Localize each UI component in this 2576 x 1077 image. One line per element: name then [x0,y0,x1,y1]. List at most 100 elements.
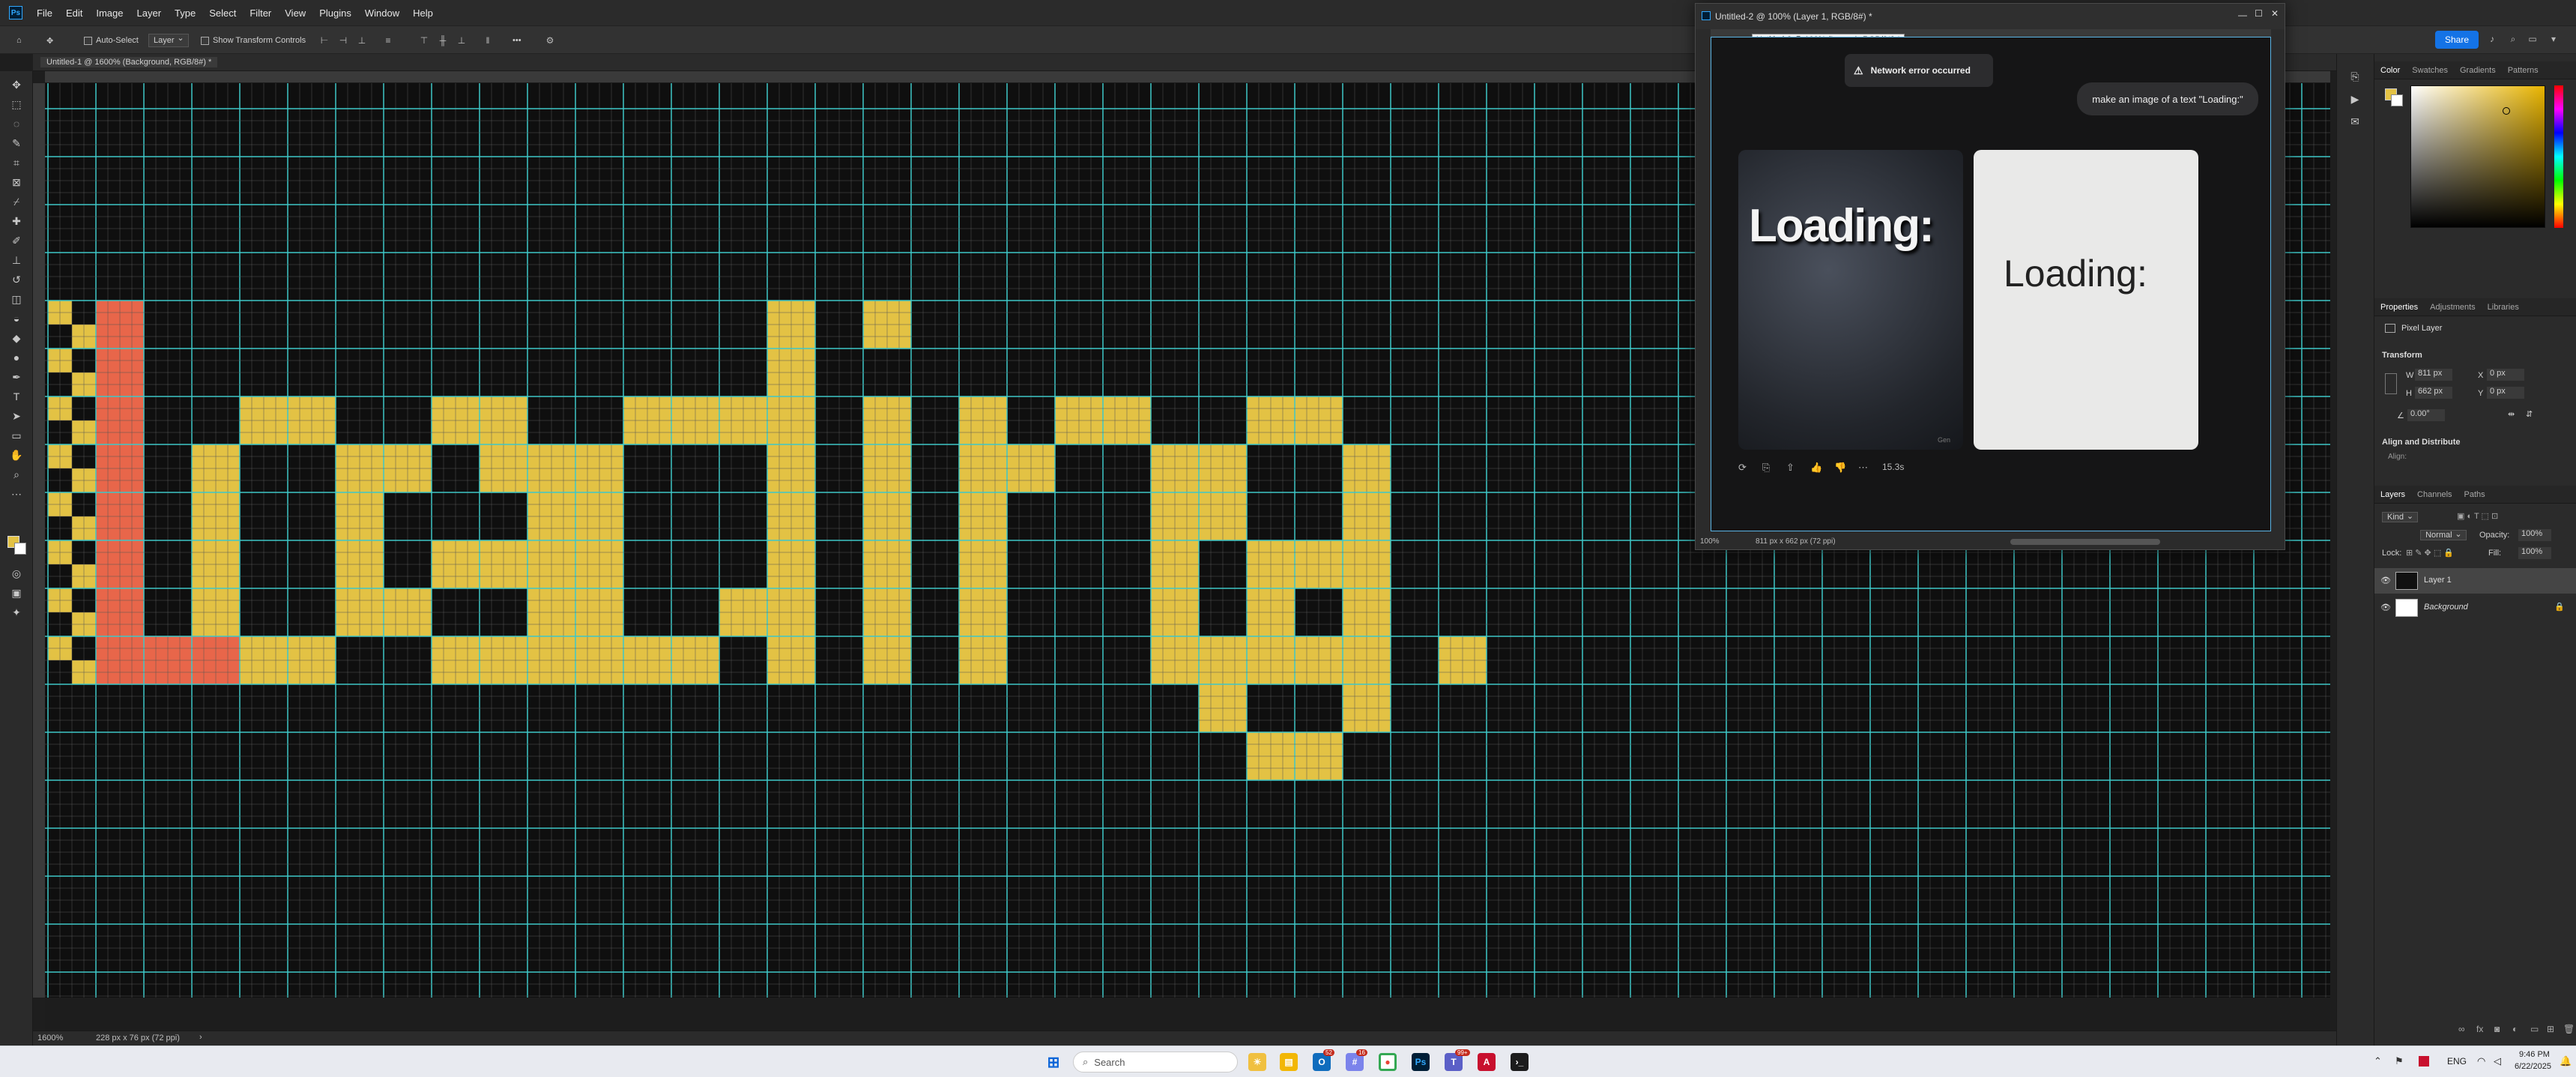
more-icon[interactable]: ⋯ [1858,462,1868,474]
menu-file[interactable]: File [30,7,59,19]
quick-mask-icon[interactable]: ◎ [9,566,24,581]
comments-panel-icon[interactable]: ✉ [2347,114,2362,129]
hue-slider[interactable] [2554,85,2563,228]
brush-tool-icon[interactable]: ✐ [9,233,24,248]
floating-document-window[interactable]: Untitled-2 @ 100% (Layer 1, RGB/8#) * — … [1695,3,2285,550]
angle-field[interactable]: 0.00° [2407,409,2445,421]
layer-name[interactable]: Background [2424,603,2468,612]
share-button[interactable]: Share [2435,31,2479,49]
distribute-vertical-icon[interactable]: ‖ [482,35,494,46]
move-tool-icon[interactable]: ✥ [9,77,24,92]
clock-time[interactable]: 9:46 PM [2519,1050,2550,1059]
language-indicator[interactable]: ENG [2447,1056,2467,1067]
fx-icon[interactable]: fx [2476,1024,2483,1034]
layer-row-layer-1[interactable]: 👁 Layer 1 [2374,568,2576,594]
acrobat-icon[interactable]: A [1478,1053,1496,1071]
link-dimensions-icon[interactable] [2385,373,2397,394]
align-right-icon[interactable]: ⊥ [356,35,368,46]
tab-patterns[interactable]: Patterns [2502,66,2545,75]
widgets-icon[interactable]: ☀ [1248,1053,1266,1071]
document-tab[interactable]: Untitled-1 @ 1600% (Background, RGB/8#) … [40,57,218,67]
thumbs-down-icon[interactable]: 👎 [1834,462,1846,474]
auto-select-target-dropdown[interactable]: Layer [148,32,189,47]
vertical-ruler[interactable] [33,83,45,998]
tab-channels[interactable]: Channels [2411,490,2458,499]
hand-tool-icon[interactable]: ✋ [9,447,24,462]
flip-vertical-icon[interactable]: ⇵ [2526,409,2533,419]
generative-fill-icon[interactable]: ✦ [9,605,24,620]
y-field[interactable]: 0 px [2487,387,2524,399]
align-middle-icon[interactable]: ╫ [437,35,449,46]
adjustment-layer-icon[interactable]: ◐ [2512,1024,2518,1034]
workspace-switcher-icon[interactable]: ▾ [2548,34,2560,44]
close-icon[interactable]: ✕ [2271,8,2279,19]
regenerate-icon[interactable]: ⟳ [1738,462,1747,474]
delete-layer-icon[interactable]: 🗑 [2563,1024,2575,1034]
terminal-icon[interactable]: ›_ [1511,1053,1529,1071]
dodge-tool-icon[interactable]: ● [9,350,24,365]
gear-icon[interactable]: ⚙ [544,35,556,46]
notifications-icon[interactable]: 🔔 [2560,1055,2572,1067]
menu-view[interactable]: View [278,7,312,19]
wifi-icon[interactable]: ◠ [2477,1055,2485,1067]
height-field[interactable]: 662 px [2415,387,2452,399]
tab-swatches[interactable]: Swatches [2406,66,2454,75]
align-top-icon[interactable]: ⊤ [418,35,430,46]
menu-edit[interactable]: Edit [59,7,89,19]
add-mask-icon[interactable]: ◙ [2494,1024,2500,1034]
layer-name[interactable]: Layer 1 [2424,576,2452,585]
new-layer-icon[interactable]: ⊞ [2547,1024,2554,1034]
menu-help[interactable]: Help [406,7,440,19]
clock-date[interactable]: 6/22/2025 [2515,1062,2551,1071]
distribute-icon[interactable]: ≡ [382,35,394,46]
zoom-tool-icon[interactable]: ⌕ [9,467,24,482]
eraser-tool-icon[interactable]: ◫ [9,292,24,307]
menu-filter[interactable]: Filter [243,7,278,19]
more-tools-icon[interactable]: ⋯ [9,486,24,501]
paint-bucket-tool-icon[interactable]: ◒ [9,311,24,326]
home-icon[interactable]: ⌂ [16,34,22,47]
lock-icons[interactable]: ⊞ ✎ ✥ ⬚ 🔒 [2406,548,2454,558]
layer-kind-filter[interactable]: Kind [2382,512,2419,522]
tab-gradients[interactable]: Gradients [2454,66,2502,75]
blend-mode-select[interactable]: Normal [2420,530,2467,540]
tray-acrobat-icon[interactable] [2419,1056,2429,1067]
taskbar-search-box[interactable]: ⌕ Search [1073,1052,1238,1073]
auto-select-checkbox[interactable]: Auto-Select [84,34,139,47]
move-tool-icon[interactable]: ✥ [46,34,53,47]
chrome-icon[interactable]: ● [1379,1053,1397,1071]
type-tool-icon[interactable]: T [9,389,24,404]
actions-panel-icon[interactable]: ▶ [2347,91,2362,106]
x-field[interactable]: 0 px [2487,369,2524,381]
path-select-tool-icon[interactable]: ➤ [9,408,24,423]
workspace-icon[interactable]: ▭ [2527,34,2539,44]
tab-properties[interactable]: Properties [2374,303,2424,312]
visibility-eye-icon[interactable]: 👁 [2380,603,2391,612]
menu-type[interactable]: Type [168,7,202,19]
thumbs-up-icon[interactable]: 👍 [1810,462,1822,474]
align-left-icon[interactable]: ⊢ [318,35,330,46]
new-group-icon[interactable]: ▭ [2530,1024,2539,1034]
generated-image-1[interactable]: Loading: Gen [1738,150,1963,450]
align-center-icon[interactable]: ⊣ [337,35,349,46]
zoom-level[interactable]: 1600% [37,1034,63,1043]
healing-brush-tool-icon[interactable]: ✚ [9,214,24,229]
flip-horizontal-icon[interactable]: ⇹ [2508,409,2515,419]
crop-tool-icon[interactable]: ⌗ [9,155,24,170]
search-icon[interactable]: ⌕ [2507,34,2519,44]
show-transform-checkbox[interactable]: Show Transform Controls [201,34,306,47]
marquee-tool-icon[interactable]: ⬚ [9,97,24,112]
width-field[interactable]: 811 px [2415,369,2452,381]
link-layers-icon[interactable]: ∞ [2458,1024,2465,1034]
align-section-title[interactable]: Align and Distribute [2382,438,2461,447]
color-picker-cursor[interactable] [2503,107,2510,115]
bell-icon[interactable]: ♪ [2486,34,2498,44]
clone-stamp-tool-icon[interactable]: ⊥ [9,253,24,268]
quick-select-tool-icon[interactable]: ✎ [9,136,24,151]
file-explorer-icon[interactable]: ▤ [1280,1053,1298,1071]
background-color-swatch[interactable] [14,543,26,555]
share-icon[interactable]: ⇧ [1786,462,1795,474]
minimize-icon[interactable]: — [2238,10,2247,20]
lasso-tool-icon[interactable]: ◌ [9,116,24,131]
copy-icon[interactable]: ⎘ [1762,462,1770,474]
